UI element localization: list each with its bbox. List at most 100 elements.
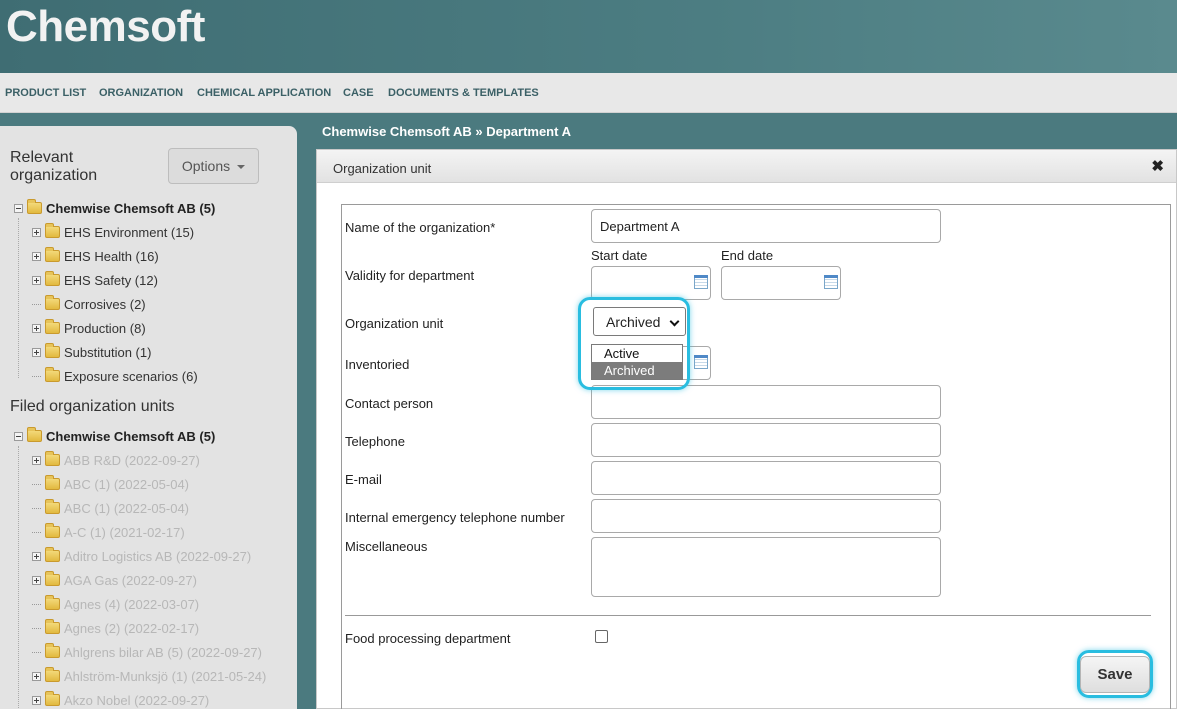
close-icon[interactable]: ✖ [1151,159,1164,174]
org-unit-option-active[interactable]: Active [592,345,682,362]
tree-item-label: EHS Environment (15) [64,224,195,240]
folder-icon [45,475,60,490]
expand-icon[interactable] [32,227,41,237]
main-nav: PRODUCT LIST ORGANIZATION CHEMICAL APPLI… [0,73,1177,113]
tree-connector [32,507,41,509]
end-date-input[interactable] [721,266,841,300]
miscellaneous-label: Miscellaneous [345,539,428,554]
dialog-title-bar[interactable]: Organization unit ✖ [317,150,1176,183]
telephone-input[interactable] [591,423,941,457]
expand-icon[interactable] [32,323,41,333]
tree-item-label: A-C (1) (2021-02-17) [64,524,185,540]
tree-item-label: Agnes (4) (2022-03-07) [64,596,200,612]
folder-icon [45,367,60,382]
expand-icon[interactable] [32,347,41,357]
save-label: Save [1097,666,1133,683]
org-unit-label: Organization unit [345,316,444,331]
folder-icon [45,223,60,238]
end-date-label: End date [721,248,774,263]
save-button[interactable]: Save [1080,656,1150,693]
tree-connector [32,627,41,629]
tree-connector [32,303,41,305]
folder-icon [45,667,60,682]
expand-icon[interactable] [32,275,41,285]
food-processing-checkbox[interactable] [595,630,608,643]
tree-item[interactable]: Ahlström-Munksjö (1) (2021-05-24) [32,666,266,686]
start-date-input[interactable] [591,266,711,300]
org-unit-dropdown: Active Archived [591,344,683,380]
miscellaneous-textarea[interactable] [591,537,941,597]
email-input[interactable] [591,461,941,495]
emergency-phone-input[interactable] [591,499,941,533]
tree-guide-line [18,218,19,378]
tree-guide-line [18,446,19,709]
nav-item-product-list[interactable]: PRODUCT LIST [5,87,86,99]
tree-item[interactable]: Akzo Nobel (2022-09-27) [32,690,209,709]
tree-item-label: Exposure scenarios (6) [64,368,198,384]
folder-icon [45,547,60,562]
folder-icon [45,691,60,706]
expand-icon[interactable] [32,695,41,705]
calendar-icon[interactable] [694,275,708,289]
tree-item-label: EHS Health (16) [64,248,159,264]
tree-item[interactable]: Substitution (1) [32,342,151,362]
tree-item[interactable]: Production (8) [32,318,146,338]
folder-icon [45,451,60,466]
app-logo[interactable]: Chemsoft [6,2,205,52]
calendar-icon[interactable] [694,355,708,369]
options-label: Options [181,158,231,174]
form-divider [345,615,1151,616]
tree-item[interactable]: Exposure scenarios (6) [32,366,198,386]
tree-connector [32,531,41,533]
tree-item[interactable]: Ahlgrens bilar AB (5) (2022-09-27) [32,642,262,662]
tree-item[interactable]: ABB R&D (2022-09-27) [32,450,200,470]
tree-item[interactable]: Corrosives (2) [32,294,146,314]
emergency-phone-label: Internal emergency telephone number [345,510,565,525]
tree-item[interactable]: Agnes (2) (2022-02-17) [32,618,199,638]
expand-icon[interactable] [32,575,41,585]
name-input[interactable] [591,209,941,243]
tree-root-relevant[interactable]: Chemwise Chemsoft AB (5) [14,198,215,218]
folder-icon [27,427,42,442]
collapse-icon[interactable] [14,431,23,441]
org-unit-select[interactable]: Archived [593,307,686,336]
tree-connector [32,603,41,605]
heading-line-1: Relevant [10,149,74,166]
tree-item[interactable]: EHS Health (16) [32,246,159,266]
org-unit-option-archived[interactable]: Archived [592,362,682,379]
nav-item-organization[interactable]: ORGANIZATION [99,87,183,99]
tree-root-filed[interactable]: Chemwise Chemsoft AB (5) [14,426,215,446]
folder-icon [27,199,42,214]
tree-item[interactable]: Aditro Logistics AB (2022-09-27) [32,546,251,566]
nav-item-chemical-application[interactable]: CHEMICAL APPLICATION [197,87,331,99]
folder-icon [45,523,60,538]
nav-item-case[interactable]: CASE [343,87,374,99]
collapse-icon[interactable] [14,203,23,213]
org-unit-selected-value: Archived [606,313,661,330]
tree-item[interactable]: AGA Gas (2022-09-27) [32,570,197,590]
organization-unit-dialog: Organization unit ✖ Name of the organiza… [316,149,1177,709]
tree-item-label: AGA Gas (2022-09-27) [64,572,197,588]
expand-icon[interactable] [32,551,41,561]
tree-item[interactable]: EHS Safety (12) [32,270,158,290]
folder-icon [45,247,60,262]
tree-item[interactable]: ABC (1) (2022-05-04) [32,474,189,494]
folder-icon [45,271,60,286]
tree-item[interactable]: EHS Environment (15) [32,222,194,242]
expand-icon[interactable] [32,671,41,681]
expand-icon[interactable] [32,455,41,465]
nav-item-documents-templates[interactable]: DOCUMENTS & TEMPLATES [388,87,539,99]
heading-line-2: organization [10,167,98,184]
folder-icon [45,343,60,358]
tree-item[interactable]: ABC (1) (2022-05-04) [32,498,189,518]
tree-item[interactable]: A-C (1) (2021-02-17) [32,522,185,542]
calendar-icon[interactable] [824,275,838,289]
options-button[interactable]: Options [168,148,259,184]
tree-item-label: ABB R&D (2022-09-27) [64,452,200,468]
contact-person-input[interactable] [591,385,941,419]
expand-icon[interactable] [32,251,41,261]
tree-connector [32,651,41,653]
telephone-label: Telephone [345,434,405,449]
tree-item[interactable]: Agnes (4) (2022-03-07) [32,594,199,614]
name-label: Name of the organization* [345,220,496,235]
